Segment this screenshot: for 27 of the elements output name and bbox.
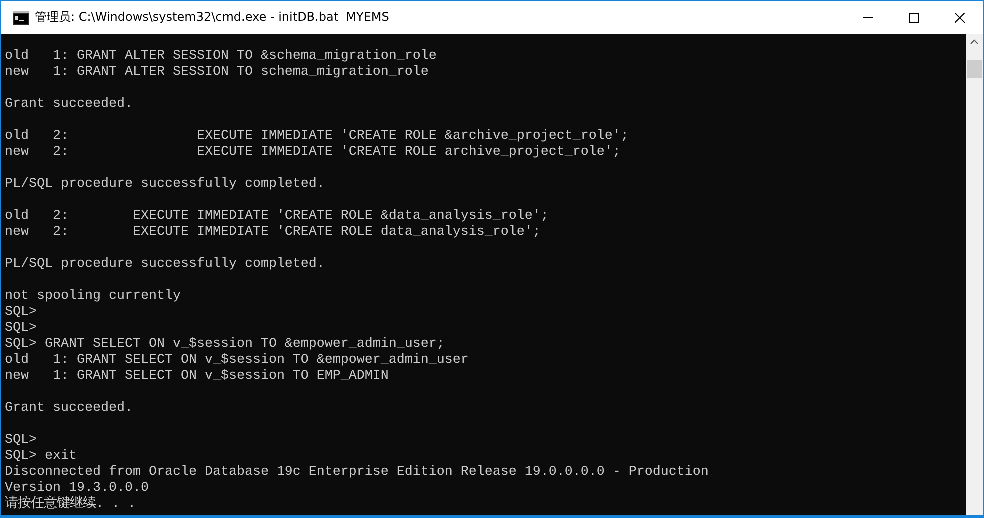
window-title: 管理员: C:\Windows\system32\cmd.exe - initDB.bat MYEMS bbox=[35, 9, 390, 26]
console-line: PL/SQL procedure successfully completed. bbox=[5, 177, 325, 193]
console-line: new 2: EXECUTE IMMEDIATE 'CREATE ROLE data_analysis_role'; bbox=[5, 225, 541, 241]
console-line: old 1: GRANT SELECT ON v_$session TO &empower_admin_user bbox=[5, 353, 469, 369]
console-line: new 2: EXECUTE IMMEDIATE 'CREATE ROLE archive_project_role'; bbox=[5, 145, 621, 161]
console-line: PL/SQL procedure successfully completed. bbox=[5, 257, 325, 273]
console-line: Disconnected from Oracle Database 19c Enterprise Edition Release 19.0.0.0.0 - Production bbox=[5, 465, 709, 481]
console-line: Grant succeeded. bbox=[5, 401, 133, 417]
console-line: 请按任意键继续. . . bbox=[5, 497, 136, 513]
console-line: Grant succeeded. bbox=[5, 97, 133, 113]
close-icon bbox=[955, 12, 965, 22]
maximize-icon bbox=[909, 12, 919, 22]
console-line: new 1: GRANT SELECT ON v_$session TO EMP_ADMIN bbox=[5, 369, 389, 385]
scrollbar[interactable] bbox=[966, 34, 983, 515]
console-line: SQL> bbox=[5, 305, 37, 321]
console-icon bbox=[13, 10, 29, 24]
console-line: Version 19.3.0.0.0 bbox=[5, 481, 149, 496]
console-line: SQL> exit bbox=[5, 449, 77, 465]
console-line: SQL> GRANT SELECT ON v_$session TO &empower_admin_user; bbox=[5, 337, 445, 353]
console-line: SQL> bbox=[5, 321, 37, 337]
console-line: new 1: GRANT ALTER SESSION TO schema_migration_role bbox=[5, 65, 429, 81]
scrollbar-thumb[interactable] bbox=[967, 60, 982, 78]
console-line: SQL> bbox=[5, 433, 37, 449]
console-line: old 1: GRANT ALTER SESSION TO &schema_migration_role bbox=[5, 49, 437, 65]
console-line: old 2: EXECUTE IMMEDIATE 'CREATE ROLE &archive_project_role'; bbox=[5, 129, 629, 145]
console-line: old 2: EXECUTE IMMEDIATE 'CREATE ROLE &data_analysis_role'; bbox=[5, 209, 549, 225]
console-line: not spooling currently bbox=[5, 289, 181, 305]
